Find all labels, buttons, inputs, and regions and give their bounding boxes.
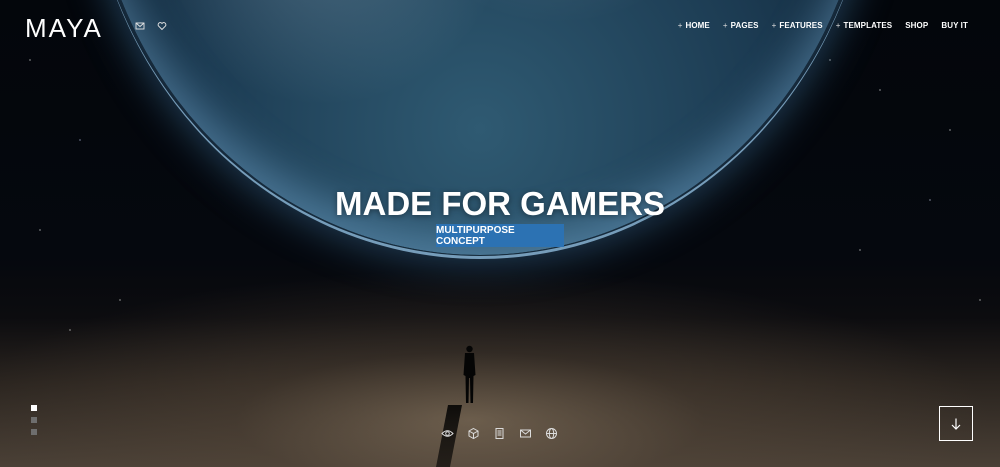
- hero-headline: MADE FOR GAMERS: [335, 185, 665, 222]
- nav-item-label: FEATURES: [779, 21, 823, 30]
- nav-item-label: PAGES: [730, 21, 759, 30]
- nav-item-label: BUY IT: [941, 21, 968, 30]
- hero-badge: MULTIPURPOSE CONCEPT: [436, 224, 564, 247]
- nav-item-features[interactable]: + FEATURES: [772, 21, 823, 30]
- bottom-icon-bar: [441, 427, 558, 440]
- globe-icon[interactable]: [545, 427, 558, 440]
- nav-plus-icon: +: [677, 21, 683, 30]
- scroll-down-button[interactable]: [939, 406, 973, 441]
- main-navigation: + HOME + PAGES + FEATURES + TEMPLATES SH…: [678, 21, 968, 30]
- person-silhouette: [463, 345, 476, 403]
- nav-item-shop[interactable]: SHOP: [905, 21, 928, 30]
- slider-dot[interactable]: [31, 405, 37, 411]
- nav-item-label: HOME: [685, 21, 710, 30]
- mail-icon[interactable]: [135, 21, 145, 31]
- nav-plus-icon: +: [771, 21, 777, 30]
- nav-item-pages[interactable]: + PAGES: [723, 21, 759, 30]
- document-icon[interactable]: [493, 427, 506, 440]
- nav-item-label: SHOP: [905, 21, 929, 30]
- mail-icon[interactable]: [519, 427, 532, 440]
- brand-logo[interactable]: MAYA: [25, 13, 103, 44]
- cube-icon[interactable]: [467, 427, 480, 440]
- nav-plus-icon: +: [722, 21, 728, 30]
- eye-icon[interactable]: [441, 427, 454, 440]
- hero-section: MAYA + HOME + PAGES + FEATURES + TEMPLAT…: [0, 0, 1000, 467]
- heart-icon[interactable]: [157, 21, 167, 31]
- nav-item-label: TEMPLATES: [843, 21, 893, 30]
- slider-dot[interactable]: [31, 417, 37, 423]
- slider-dot[interactable]: [31, 429, 37, 435]
- nav-item-buy-it[interactable]: BUY IT: [941, 21, 968, 30]
- slider-dots: [31, 405, 37, 435]
- arrow-down-icon: [951, 418, 961, 430]
- nav-item-home[interactable]: + HOME: [678, 21, 710, 30]
- nav-item-templates[interactable]: + TEMPLATES: [836, 21, 893, 30]
- nav-plus-icon: +: [835, 21, 841, 30]
